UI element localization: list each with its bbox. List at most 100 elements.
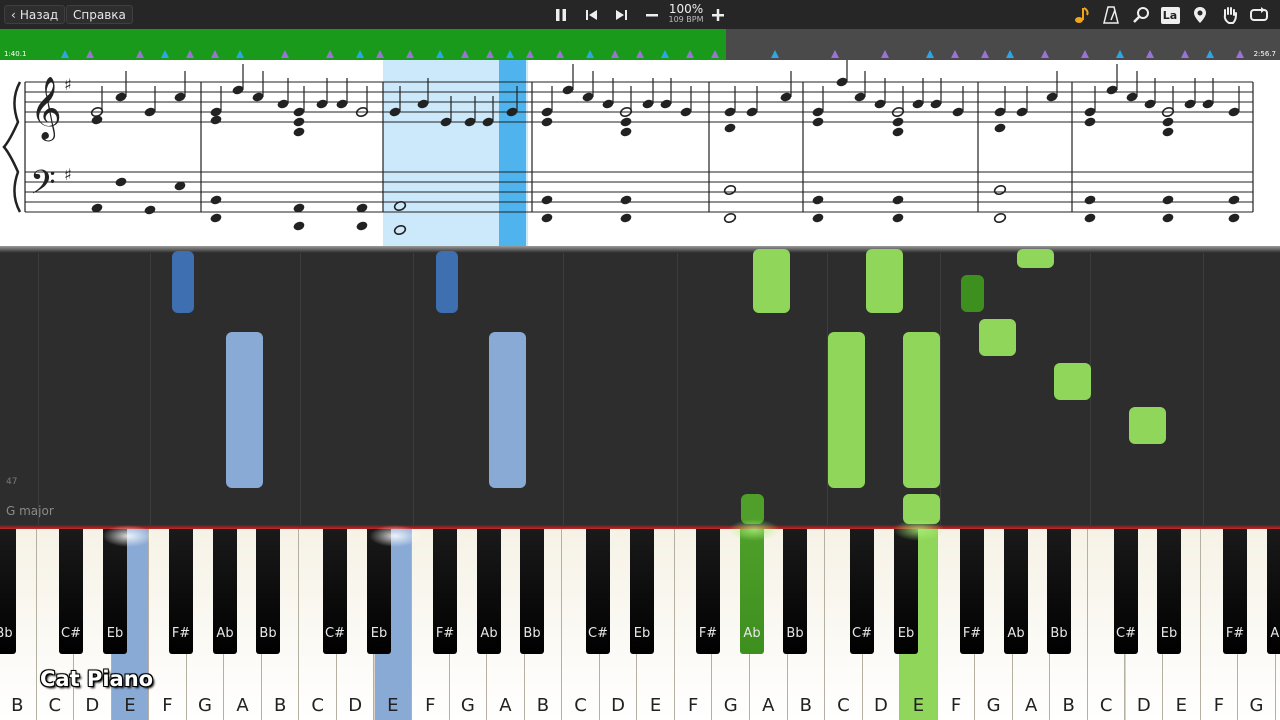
note-head: [1084, 213, 1096, 223]
timeline-marker: [136, 50, 144, 58]
black-key[interactable]: C#: [1114, 529, 1138, 654]
black-key[interactable]: Eb: [1157, 529, 1181, 654]
black-key-label: F#: [435, 626, 455, 641]
white-key-label: D: [1136, 695, 1151, 716]
chevron-left-icon: ‹: [11, 8, 16, 22]
note-icon[interactable]: [1071, 4, 1093, 26]
black-key-label: Eb: [633, 626, 651, 641]
note-head: [620, 213, 632, 223]
note-head: [356, 221, 368, 231]
falling-note: [741, 494, 764, 524]
black-key[interactable]: Ab: [477, 529, 501, 654]
sheet-music-svg: 𝄞 𝄢 ♯ ♯: [2, 60, 1254, 246]
hand-icon[interactable]: [1219, 4, 1241, 26]
black-key-label: Eb: [370, 626, 388, 641]
black-key[interactable]: Ab: [1267, 529, 1280, 654]
black-key[interactable]: Bb: [256, 529, 280, 654]
white-key-label: D: [873, 695, 888, 716]
song-timeline[interactable]: 1:40.1 2:56.7: [0, 29, 1280, 60]
note-head: [541, 117, 553, 127]
key-signature-sharp-icon: ♯: [64, 75, 72, 94]
note-head: [993, 212, 1007, 224]
bass-clef-icon: 𝄢: [30, 164, 56, 210]
black-key-label: Bb: [523, 626, 541, 641]
white-key-label: C: [311, 695, 324, 716]
black-key[interactable]: Bb: [520, 529, 544, 654]
note-head: [1162, 195, 1174, 205]
location-pin-icon[interactable]: [1189, 4, 1211, 26]
white-key-label: G: [986, 695, 1001, 716]
white-key-label: F: [162, 695, 173, 716]
metronome-icon[interactable]: [1100, 4, 1122, 26]
falling-note: [436, 251, 458, 313]
black-key-label: Bb: [259, 626, 277, 641]
octave-guide-line: [413, 253, 414, 525]
note-head: [293, 117, 305, 127]
timeline-marker: [486, 50, 494, 58]
white-key-label: A: [499, 695, 512, 716]
black-key[interactable]: Bb: [1047, 529, 1071, 654]
loop-icon[interactable]: [1248, 4, 1270, 26]
plus-icon[interactable]: [707, 4, 729, 26]
note-head: [994, 123, 1006, 133]
timeline-marker: [1181, 50, 1189, 58]
white-key-label: A: [236, 695, 249, 716]
back-label: Назад: [19, 8, 59, 22]
black-key[interactable]: Ab: [213, 529, 237, 654]
black-key[interactable]: Eb: [630, 529, 654, 654]
black-key[interactable]: F#: [960, 529, 984, 654]
back-button[interactable]: ‹ Назад: [4, 5, 66, 24]
black-key[interactable]: Bb: [783, 529, 807, 654]
note-head: [1228, 213, 1240, 223]
white-key-label: A: [762, 695, 775, 716]
black-key[interactable]: C#: [323, 529, 347, 654]
black-key[interactable]: C#: [586, 529, 610, 654]
minus-icon[interactable]: [641, 4, 663, 26]
white-key-label: C: [837, 695, 850, 716]
falling-note: [489, 332, 526, 488]
white-key-label: B: [799, 695, 812, 716]
black-key[interactable]: Eb: [103, 529, 127, 654]
black-key[interactable]: F#: [1223, 529, 1247, 654]
black-key[interactable]: C#: [59, 529, 83, 654]
timeline-marker: [686, 50, 694, 58]
black-key[interactable]: F#: [696, 529, 720, 654]
falling-note: [903, 494, 940, 524]
falling-note: [753, 249, 790, 313]
white-key-label: A: [1276, 695, 1280, 716]
black-key-label: Eb: [106, 626, 124, 641]
black-key[interactable]: Bb: [0, 529, 16, 654]
piano-keyboard[interactable]: BCDEFGABCDEFGABCDEFGABCDEFGABCDEFGABCDEF…: [0, 519, 1280, 720]
skip-forward-icon[interactable]: [610, 4, 632, 26]
black-key-label: F#: [171, 626, 191, 641]
black-key[interactable]: F#: [433, 529, 457, 654]
falling-note: [1129, 407, 1166, 444]
white-key-label: E: [1175, 695, 1187, 716]
synthesia-app: ‹ Назад Справка 100% 109 BPM La 1:40.1 2…: [0, 0, 1280, 720]
timeline-marker: [186, 50, 194, 58]
note-head: [892, 127, 904, 137]
la-icon[interactable]: La: [1159, 4, 1181, 26]
black-key[interactable]: Eb: [367, 529, 391, 654]
black-key[interactable]: Ab: [1004, 529, 1028, 654]
note-head: [293, 127, 305, 137]
black-key-label: Bb: [786, 626, 804, 641]
white-key-label: F: [425, 695, 436, 716]
timeline-marker: [831, 50, 839, 58]
timeline-start-time: 1:40.1: [4, 50, 27, 58]
timeline-marker: [881, 50, 889, 58]
magnifier-icon[interactable]: [1130, 4, 1152, 26]
black-key[interactable]: Ab: [740, 529, 764, 654]
black-key-label: Bb: [0, 626, 13, 641]
channel-watermark: Cat Piano: [40, 667, 154, 691]
black-key-label: Eb: [897, 626, 915, 641]
black-key[interactable]: C#: [850, 529, 874, 654]
pause-icon[interactable]: [550, 4, 572, 26]
black-key[interactable]: F#: [169, 529, 193, 654]
help-button[interactable]: Справка: [66, 5, 133, 24]
timeline-marker: [636, 50, 644, 58]
white-key-label: C: [48, 695, 62, 716]
black-key[interactable]: Eb: [894, 529, 918, 654]
note-head: [620, 117, 632, 127]
skip-back-icon[interactable]: [581, 4, 603, 26]
